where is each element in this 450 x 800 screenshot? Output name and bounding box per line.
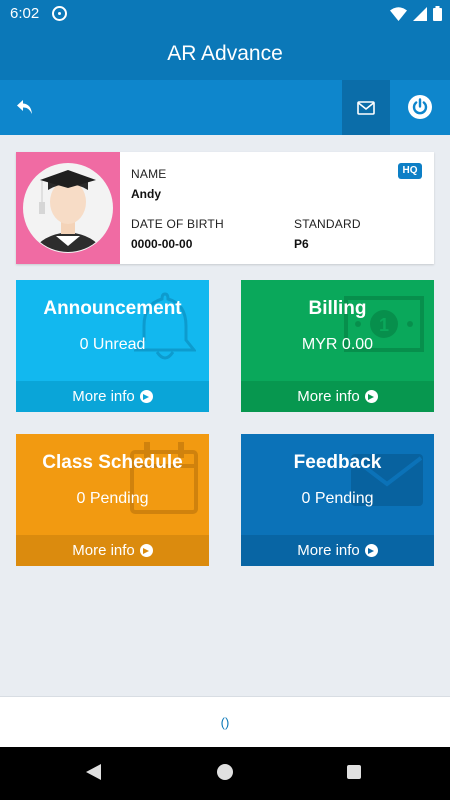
tile-title: Billing: [308, 298, 367, 319]
tile-subtitle: 0 Unread: [79, 336, 146, 353]
more-info-label: More info: [72, 388, 135, 405]
standard-label: STANDARD: [294, 217, 361, 231]
tile-subtitle: 0 Pending: [76, 490, 149, 507]
more-info-link[interactable]: More info: [241, 381, 434, 412]
dob-label: DATE OF BIRTH: [131, 217, 224, 231]
footer-text: (): [220, 715, 230, 730]
app-title: AR Advance: [167, 42, 283, 65]
battery-icon: [433, 6, 442, 21]
tile-title: Class Schedule: [42, 452, 183, 473]
app-header: AR Advance: [0, 27, 450, 80]
tile-subtitle: MYR 0.00: [301, 336, 374, 353]
status-time: 6:02: [10, 5, 40, 22]
tile-title: Announcement: [43, 298, 182, 319]
hq-badge: HQ: [398, 163, 422, 179]
tile-class-schedule[interactable]: Class Schedule 0 Pending More info: [16, 434, 209, 566]
tile-billing[interactable]: 1 Billing MYR 0.00 More info: [241, 280, 434, 412]
nav-home-icon[interactable]: [217, 764, 233, 780]
notification-icon: [52, 6, 67, 21]
signal-icon: [413, 6, 427, 21]
nav-recents-icon[interactable]: [347, 765, 361, 779]
dob-value: 0000-00-00: [131, 237, 193, 251]
mail-button[interactable]: [342, 80, 390, 135]
status-icons: [390, 5, 442, 22]
envelope-icon: [357, 100, 375, 115]
arrow-circle-right-icon: [139, 390, 153, 403]
tile-feedback[interactable]: Feedback 0 Pending More info: [241, 434, 434, 566]
student-avatar-icon: [23, 163, 113, 253]
wifi-icon: [390, 6, 407, 21]
name-label: NAME: [131, 167, 167, 181]
reply-icon: [17, 100, 32, 114]
arrow-circle-right-icon: [364, 544, 378, 557]
more-info-link[interactable]: More info: [16, 535, 209, 566]
arrow-circle-right-icon: [139, 544, 153, 557]
power-icon: [408, 95, 432, 119]
standard-value: P6: [294, 237, 309, 251]
tile-title: Feedback: [293, 452, 382, 473]
power-button[interactable]: [402, 89, 438, 125]
name-value: Andy: [131, 187, 161, 201]
arrow-circle-right-icon: [364, 390, 378, 403]
more-info-label: More info: [297, 542, 360, 559]
status-bar: 6:02: [0, 0, 450, 27]
profile-card: [16, 152, 434, 264]
avatar: [16, 152, 120, 264]
more-info-link[interactable]: More info: [16, 381, 209, 412]
more-info-label: More info: [72, 542, 135, 559]
tile-announcement[interactable]: Announcement 0 Unread More info: [16, 280, 209, 412]
nav-back-icon[interactable]: [86, 764, 101, 780]
more-info-label: More info: [297, 388, 360, 405]
back-button[interactable]: [10, 92, 40, 122]
toolbar: [0, 80, 450, 135]
more-info-link[interactable]: More info: [241, 535, 434, 566]
system-nav-bar: [0, 747, 450, 800]
footer-bar: (): [0, 696, 450, 747]
tile-subtitle: 0 Pending: [301, 490, 374, 507]
